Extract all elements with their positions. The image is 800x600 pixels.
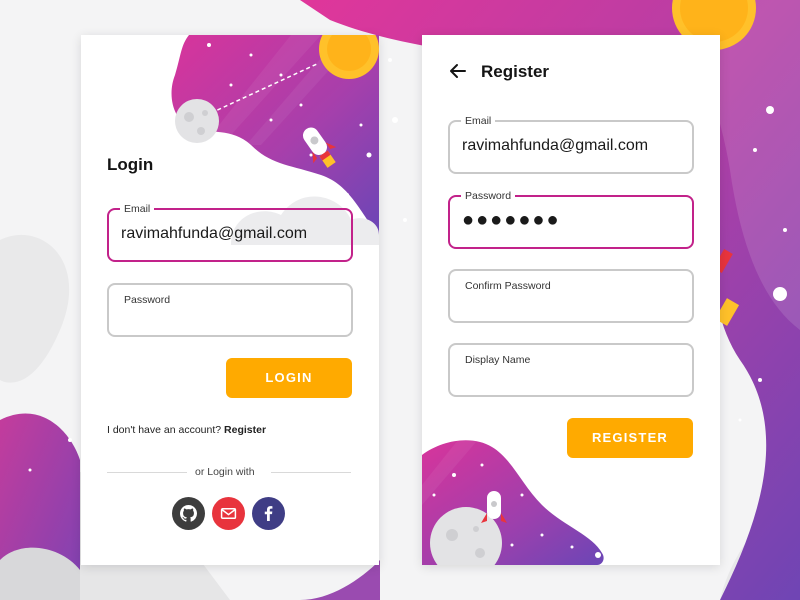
register-title: Register	[481, 62, 550, 81]
or-login-with-text: or Login with	[195, 466, 255, 478]
register-email-field[interactable]: Email ravimahfunda@gmail.com	[448, 115, 694, 174]
no-account-text: I don't have an account?	[107, 424, 222, 436]
login-card: Login Email ravimahfunda@gmail.com Passw…	[81, 35, 379, 565]
register-password-label: Password	[461, 190, 516, 202]
login-email-field[interactable]: Email ravimahfunda@gmail.com	[107, 203, 353, 262]
facebook-icon	[264, 506, 273, 521]
register-button[interactable]: REGISTER	[567, 418, 693, 458]
register-email-label: Email	[461, 115, 496, 127]
github-login-button[interactable]	[172, 497, 205, 530]
register-password-field[interactable]: Password ●●●●●●●	[448, 190, 694, 249]
divider-left	[107, 472, 187, 473]
github-icon	[180, 505, 197, 522]
login-email-label: Email	[120, 203, 155, 215]
login-email-value: ravimahfunda@gmail.com	[121, 225, 308, 242]
facebook-login-button[interactable]	[252, 497, 285, 530]
login-password-label: Password	[124, 294, 171, 306]
confirm-password-field[interactable]: Confirm Password	[448, 269, 694, 323]
login-button[interactable]: LOGIN	[226, 358, 352, 398]
display-name-label: Display Name	[465, 354, 531, 366]
gmail-login-button[interactable]	[212, 497, 245, 530]
register-password-value: ●●●●●●●	[462, 209, 561, 231]
register-prompt: I don't have an account? Register	[107, 424, 266, 436]
display-name-field[interactable]: Display Name	[448, 343, 694, 397]
divider-right	[271, 472, 351, 473]
register-email-value: ravimahfunda@gmail.com	[462, 137, 649, 154]
confirm-password-label: Confirm Password	[465, 280, 551, 292]
arrow-left-icon[interactable]	[448, 61, 468, 81]
register-link[interactable]: Register	[224, 424, 266, 436]
mail-icon	[220, 507, 237, 520]
login-title: Login	[107, 155, 154, 174]
register-card: Register Email ravimahfunda@gmail.com Pa…	[422, 35, 720, 565]
login-password-field[interactable]: Password	[107, 283, 353, 337]
